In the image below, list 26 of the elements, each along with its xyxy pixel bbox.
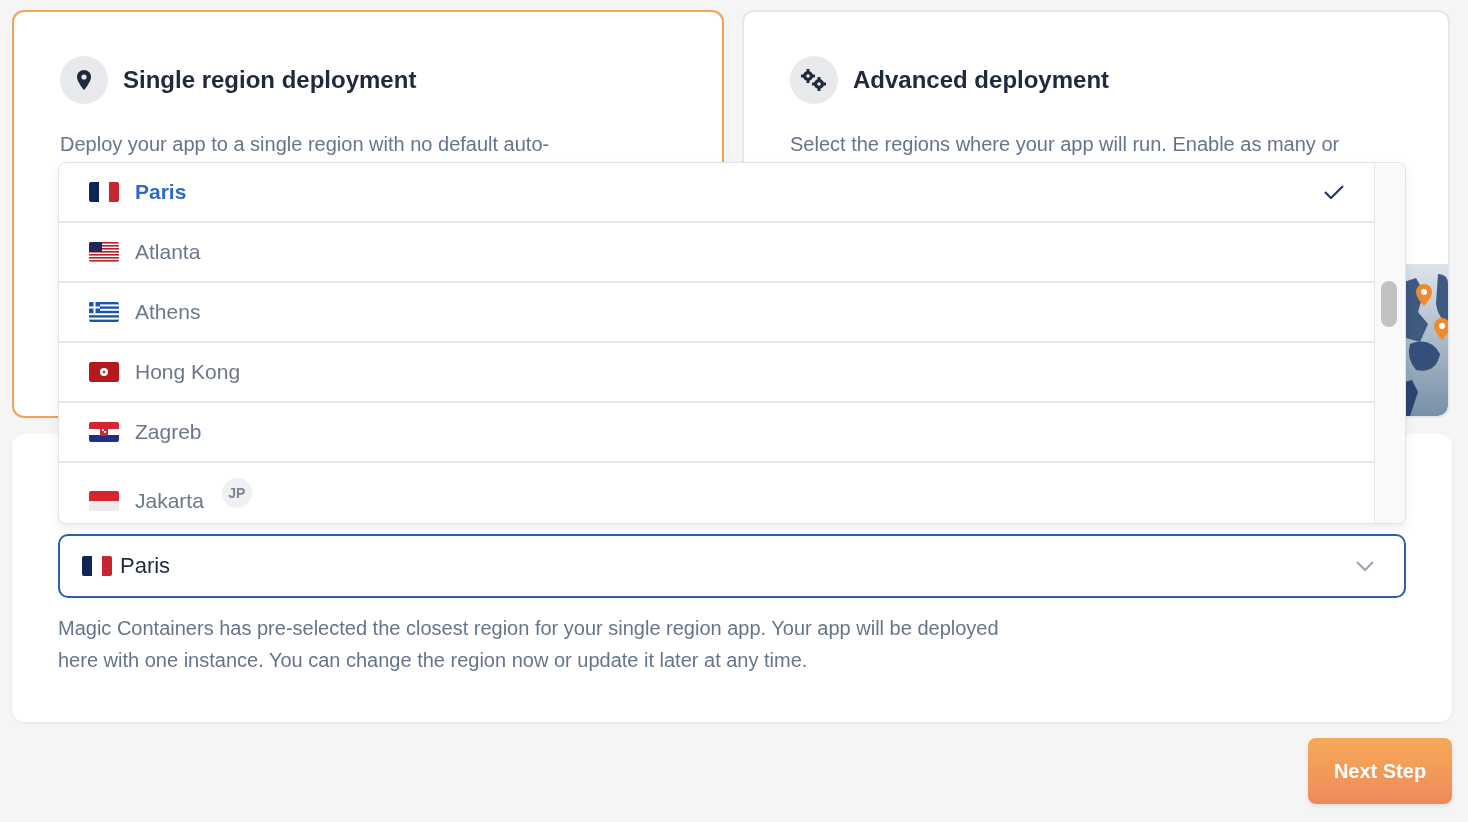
region-option[interactable]: Paris: [59, 163, 1374, 223]
card-description: Deploy your app to a single region with no default auto-: [60, 132, 551, 157]
chevron-down-icon: [1356, 561, 1374, 571]
flag-icon: [89, 242, 119, 262]
scrollbar-thumb[interactable]: [1381, 281, 1397, 327]
region-select[interactable]: Paris: [58, 534, 1406, 598]
help-text: Magic Containers has pre-selected the closest region for your single region app. Your app will be deployed here with one instance. You can change the region now or update it later at any time.: [58, 616, 1000, 673]
flag-icon: [89, 422, 119, 442]
location-pin-icon: [77, 70, 91, 90]
region-badge: JP: [221, 478, 252, 508]
region-option[interactable]: Jakarta JP: [59, 463, 1374, 523]
flag-icon: [89, 362, 119, 382]
region-option[interactable]: Atlanta: [59, 223, 1374, 283]
check-icon: [1324, 185, 1344, 199]
flag-icon: [89, 491, 119, 511]
card-title: Advanced deployment: [853, 66, 1110, 94]
scrollbar[interactable]: [1374, 163, 1405, 523]
card-title: Single region deployment: [123, 66, 417, 94]
region-option[interactable]: Athens: [59, 283, 1374, 343]
card-description: Select the regions where your app will run. Enable as many or: [790, 132, 1341, 157]
flag-icon: [89, 302, 119, 322]
flag-icon: [89, 182, 119, 202]
flag-icon: [82, 556, 112, 576]
region-option[interactable]: Zagreb: [59, 403, 1374, 463]
gears-icon: [801, 69, 827, 91]
region-option[interactable]: Hong Kong: [59, 343, 1374, 403]
